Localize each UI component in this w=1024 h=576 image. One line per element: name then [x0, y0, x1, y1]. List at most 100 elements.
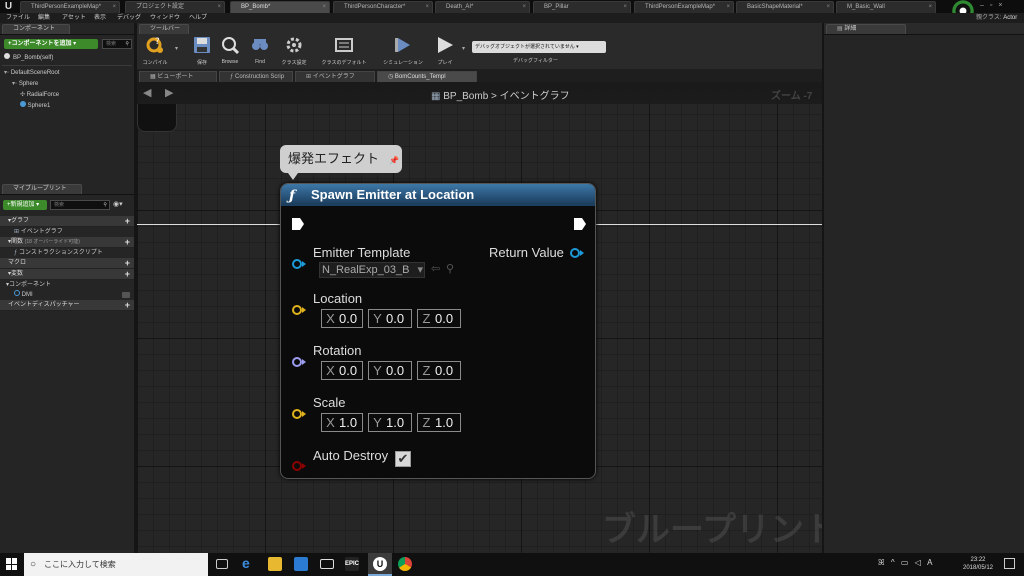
node-header[interactable]: ƒ Spawn Emitter at Location [281, 184, 595, 206]
system-tray[interactable]: ꕤ ^ ▭ ◁ A [878, 558, 934, 568]
tab-7[interactable]: BasicShapeMaterial* × [736, 1, 834, 13]
component-search-input[interactable]: 検索 ⚲ [102, 39, 132, 49]
simulation-button[interactable]: シミュレーション [375, 35, 431, 69]
forward-arrow-icon[interactable]: ▶ [165, 86, 173, 99]
close-icon[interactable]: × [623, 2, 627, 13]
scale-y-field[interactable]: Y 1.0 [368, 413, 412, 432]
play-button[interactable]: プレイ [430, 35, 460, 69]
menu-file[interactable]: ファイル [6, 13, 30, 23]
tab-1[interactable]: プロジェクト設定 × [125, 1, 225, 13]
close-icon[interactable]: × [322, 2, 326, 13]
class-defaults-button[interactable]: クラスのデフォルト [315, 35, 373, 69]
clock[interactable]: 23:22 2018/05/12 [960, 556, 996, 572]
store-icon[interactable] [294, 557, 308, 571]
exec-in-pin[interactable] [291, 217, 305, 231]
tab-construction-script[interactable]: ƒ Construction Scrip [219, 71, 293, 82]
exec-out-pin[interactable] [573, 217, 587, 231]
components-tab[interactable]: コンポーネント [2, 24, 70, 34]
rotation-z-field[interactable]: Z 0.0 [417, 361, 461, 380]
item-components[interactable]: ▾コンポーネント [0, 280, 134, 290]
close-icon[interactable]: × [928, 2, 932, 13]
offscreen-node[interactable] [137, 104, 177, 132]
menu-asset[interactable]: アセット [62, 13, 86, 23]
add-dispatcher-button[interactable]: + [125, 300, 130, 311]
browse-asset-icon[interactable]: ⚲ [446, 262, 454, 275]
view-options-icon[interactable]: ◉▾ [113, 200, 123, 208]
use-selected-icon[interactable]: ⇦ [431, 262, 440, 275]
tree-item-sphere1[interactable]: Sphere1 [20, 101, 50, 111]
blueprint-search-input[interactable]: 検索 ⚲ [50, 200, 110, 210]
return-value-pin[interactable] [568, 247, 586, 259]
compile-options-icon[interactable]: ▾ [175, 45, 178, 52]
auto-destroy-checkbox[interactable]: ✔ [395, 451, 411, 467]
rotation-pin[interactable] [291, 356, 307, 368]
taskbar-search-input[interactable]: ○ ここに入力して検索 [24, 553, 208, 576]
class-settings-button[interactable]: クラス設定 [279, 35, 309, 69]
tab-6[interactable]: ThirdPersonExampleMap* × [634, 1, 734, 13]
toolbar-tab[interactable]: ツールバー [139, 24, 189, 34]
item-construction-script[interactable]: ƒ コンストラクションスクリプト [0, 248, 134, 258]
scale-x-field[interactable]: X 1.0 [321, 413, 363, 432]
windows-start-icon[interactable] [6, 558, 18, 570]
add-graph-button[interactable]: + [125, 216, 130, 227]
window-controls[interactable]: –▫× [980, 2, 1020, 10]
emitter-template-pin[interactable] [291, 258, 307, 270]
location-z-field[interactable]: Z 0.0 [417, 309, 461, 328]
close-icon[interactable]: × [425, 2, 429, 13]
add-variable-button[interactable]: + [125, 269, 130, 280]
tree-item-defaultsceneroot[interactable]: ▾◦ DefaultSceneRoot [4, 68, 60, 78]
category-graph[interactable]: ▾グラフ + [0, 216, 134, 227]
parent-class-value[interactable]: Actor [1003, 15, 1017, 21]
my-blueprint-tab[interactable]: マイブループリント [2, 184, 82, 194]
menu-view[interactable]: 表示 [94, 13, 106, 23]
find-button[interactable]: Find [245, 35, 275, 69]
back-arrow-icon[interactable]: ◀ [143, 86, 151, 99]
details-tab[interactable]: ▤ 詳細 [826, 24, 906, 34]
tab-8[interactable]: M_Basic_Wall × [836, 1, 936, 13]
play-options-icon[interactable]: ▾ [462, 45, 465, 52]
epic-launcher-icon[interactable]: EPIC [345, 557, 359, 571]
close-icon[interactable]: × [522, 2, 526, 13]
comment-bubble[interactable]: 爆発エフェクト 📌 [280, 145, 402, 173]
item-dmi[interactable]: DMI [0, 290, 134, 300]
auto-destroy-pin[interactable] [291, 460, 307, 472]
tab-5[interactable]: BP_Pillar × [533, 1, 631, 13]
tab-2[interactable]: BP_Bomb* × [230, 1, 330, 13]
mail-icon[interactable] [320, 559, 334, 569]
tab-event-graph[interactable]: ⊞ イベントグラフ [295, 71, 375, 82]
category-variables[interactable]: ▾変数 + [0, 269, 134, 280]
add-component-button[interactable]: +コンポーネントを追加 ▾ [4, 39, 98, 49]
menu-help[interactable]: ヘルプ [189, 13, 207, 23]
close-icon[interactable]: × [217, 2, 221, 13]
category-dispatchers[interactable]: イベントディスパッチャー + [0, 300, 134, 311]
add-macro-button[interactable]: + [125, 258, 130, 269]
tab-bomcounts[interactable]: ◷ BomCounts_Templ [377, 71, 477, 82]
location-x-field[interactable]: X 0.0 [321, 309, 363, 328]
tab-0[interactable]: ThirdPersonExampleMap* × [20, 1, 120, 13]
emitter-template-select[interactable]: N_RealExp_03_B ▾ [319, 262, 425, 278]
menu-debug[interactable]: デバッグ [117, 13, 141, 23]
scale-z-field[interactable]: Z 1.0 [417, 413, 461, 432]
close-icon[interactable]: × [112, 2, 116, 13]
tab-4[interactable]: Death_AI* × [435, 1, 530, 13]
edge-icon[interactable]: e [242, 555, 250, 571]
add-new-button[interactable]: +新規追加 ▾ [3, 200, 47, 210]
location-y-field[interactable]: Y 0.0 [368, 309, 412, 328]
menu-window[interactable]: ウィンドウ [150, 13, 180, 23]
close-icon[interactable]: × [826, 2, 830, 13]
spawn-emitter-node[interactable]: ƒ Spawn Emitter at Location Emitter Templ… [280, 183, 596, 479]
tab-3[interactable]: ThirdPersonCharacter* × [333, 1, 433, 13]
category-functions[interactable]: ▾関数 (18 オーバーライド可能) + [0, 237, 134, 248]
close-icon[interactable]: × [726, 2, 730, 13]
breadcrumb-root[interactable]: BP_Bomb [443, 91, 488, 102]
pin-icon[interactable]: 📌 [389, 147, 399, 175]
item-event-graph[interactable]: ⊞ イベントグラフ [0, 227, 134, 237]
unreal-editor-task[interactable]: U [368, 553, 392, 576]
compile-button[interactable]: ? コンパイル [140, 35, 170, 69]
debug-object-select[interactable]: デバッグオブジェクトが選択されていません ▾ [472, 41, 606, 53]
rotation-x-field[interactable]: X 0.0 [321, 361, 363, 380]
category-macros[interactable]: マクロ + [0, 258, 134, 269]
tree-item-radialforce[interactable]: ✣ RadialForce [20, 90, 59, 100]
rotation-y-field[interactable]: Y 0.0 [368, 361, 412, 380]
scale-pin[interactable] [291, 408, 307, 420]
